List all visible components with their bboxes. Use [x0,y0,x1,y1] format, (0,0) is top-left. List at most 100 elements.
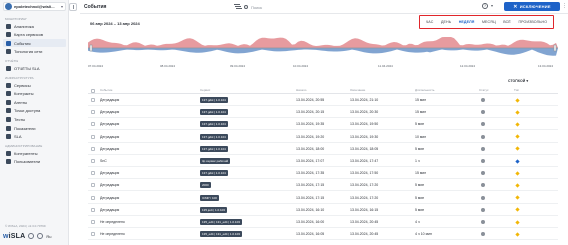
account-switcher[interactable]: epoletechnol@wisli... ▾ [3,2,66,11]
column-header[interactable]: Окончание [350,88,365,92]
column-header[interactable]: Статус [479,88,488,92]
row-checkbox[interactable] [91,146,95,151]
table-row[interactable]: Деградация 2000 13.04.2024, 17:15 13.04.202… [88,180,558,192]
start-time: 13.04.2024, 20:55 [296,98,325,102]
column-header[interactable]: Сервис [200,88,210,92]
table-row[interactable]: Не определено 135_edit | 131_edit | 1.0.1… [88,217,558,228]
service-chip[interactable]: 137.gdsl | 1.0.104 [200,145,228,152]
row-checkbox[interactable] [91,195,95,200]
row-checkbox[interactable] [91,183,95,188]
chevron-down-icon: ▾ [61,4,64,9]
range-handle-left[interactable] [89,44,93,52]
sidebar-item[interactable]: События [3,39,66,48]
zoom-option[interactable]: ЧАС [426,20,434,24]
service-chip[interactable]: 135_edit | 131_edit | 1.0.103 [200,219,242,225]
row-checkbox[interactable] [91,159,95,163]
search-input[interactable]: Поиск [244,3,434,11]
column-header[interactable]: Тип [514,88,519,92]
help-chevron-icon[interactable]: ▾ [491,3,493,8]
duration: 5 мин [415,122,425,127]
table-row[interactable]: Деградация 137.gdsl | 1.0.104 13.04.2024, … [88,107,558,119]
table-row[interactable]: Деградация 137.gdsl | 1.0.104 13.04.2024, … [88,119,558,131]
service-chip[interactable]: 2000 [200,182,211,189]
row-checkbox[interactable] [91,171,95,176]
event-timeline-chart[interactable] [88,33,558,61]
sidebar-item[interactable]: Аналитика [3,22,66,30]
sidebar-item[interactable]: Топология сети [3,48,66,56]
language-switch[interactable]: Ru [46,234,51,239]
range-handle-right[interactable] [553,44,557,52]
status-indicator [481,220,485,224]
stack-toggle[interactable]: СТОПКОЙ ▾ [508,79,528,83]
services-icon [6,82,11,88]
service-chip[interactable]: 137.gdsl | 1.0.104 [200,121,228,128]
row-checkbox[interactable] [91,207,95,212]
sidebar-item[interactable]: Карта сервисов [3,31,66,39]
table-row[interactable]: Не определено 135_edit | 131_edit | 1.0.1… [88,229,558,241]
severity-marker [515,97,520,103]
date-range: 06 апр 2024 – 13 апр 2024 [90,21,140,26]
table-row[interactable]: Деградация 137.gdsl | 1.0.104 13.04.2024, … [88,132,558,143]
timeline-tick-label: 12.04.2024 [460,64,476,68]
sidebar-section-title: МОНИТОРИНГ [5,17,28,21]
service-chip[interactable]: 137.gdsl | 1.0.104 [200,133,228,140]
duration: 1 ч [415,159,420,163]
table-row[interactable]: Деградация 137.gdsl | 1.0.104 13.04.2024, … [88,144,558,155]
sidebar-item[interactable]: ОТЧЁТЫ SLA [3,64,66,72]
table-row[interactable]: Деградация 137.gdsl | 1.0.104 13.04.2024, … [88,95,558,106]
sidebar-item[interactable]: Точки доступа [3,107,66,115]
help-circle-icon[interactable] [37,233,44,239]
sidebar-item[interactable]: Агенты [3,98,66,106]
service-chip[interactable]: 135_edit | 131_edit | 1.0.103 [200,231,242,238]
duration: 5 мин [415,183,425,188]
row-checkbox[interactable] [91,220,95,224]
zoom-option[interactable]: ВСЁ [503,20,511,24]
plus-icon: ✕ [513,3,518,10]
event-type: Деградация [100,183,120,188]
row-checkbox[interactable] [91,110,95,115]
sidebar-item-label: Точки доступа [14,108,41,114]
sidebar-item[interactable]: Контрагенты [3,149,66,157]
row-checkbox[interactable] [91,134,95,139]
service-chip[interactable]: 135.jedi | 1.0.103 [200,206,227,213]
start-time: 13.04.2024, 16:05 [296,232,325,237]
table-row[interactable]: Деградация ICMP / 100 13.04.2024, 17:15 13.… [88,193,558,204]
version-text: © WISLA, 2024 | v2.3.0.70799 [5,224,46,228]
sidebar-item[interactable]: SLA [3,133,66,141]
table-row[interactable]: Деградация 137.gdsl | 1.0.104 13.04.2024, … [88,168,558,180]
event-type: Деградация [100,195,120,200]
sidebar-item[interactable]: Показатели [3,124,66,132]
row-checkbox[interactable] [91,232,95,237]
table-row[interactable]: Деградация 135.jedi | 1.0.103 13.04.2024, … [88,205,558,216]
row-checkbox[interactable] [91,122,95,127]
sidebar-item[interactable]: Тесты [3,115,66,123]
zoom-option[interactable]: ПРОИЗВОЛЬНО [518,20,547,24]
collapse-sidebar-button[interactable] [69,3,77,11]
select-all-checkbox[interactable] [91,89,95,93]
column-header[interactable]: Длительность [415,88,434,92]
service-chip[interactable]: 137.gdsl | 1.0.104 [200,109,228,116]
sidebar-item[interactable]: Пользователи [3,158,66,166]
sidebar-item[interactable]: Контракты [3,90,66,98]
duration: 5 мин [415,207,425,212]
service-chip[interactable]: ICMP / 100 [200,194,219,201]
zoom-option[interactable]: ДЕНЬ [441,20,451,24]
sidebar-item[interactable]: Сервисы [3,81,66,89]
help-icon[interactable]: ? [482,3,488,9]
start-time: 13.04.2024, 17:15 [296,183,325,188]
sidebar-section-title: ОТЧЁТЫ [5,59,19,64]
exclusion-button[interactable]: ✕ ИСКЛЮЧЕНИЕ [504,2,560,11]
column-header[interactable]: Начало [296,88,306,92]
zoom-option[interactable]: МЕСЯЦ [482,20,496,24]
row-checkbox[interactable] [91,98,95,102]
settings-icon[interactable] [28,233,35,239]
users-icon [6,159,11,165]
zoom-option[interactable]: НЕДЕЛЯ [459,20,475,24]
column-header[interactable]: Событие [100,88,112,92]
more-menu-icon[interactable]: · · · [563,2,566,11]
service-chip[interactable]: 137.gdsl | 1.0.104 [200,170,228,177]
filter-icon[interactable] [234,4,240,9]
table-row[interactable]: SnC ttp сервис рабочий 13.04.2024, 17:07 13… [88,156,558,167]
service-chip[interactable]: 137.gdsl | 1.0.104 [200,97,228,103]
service-chip[interactable]: ttp сервис рабочий [200,158,231,164]
